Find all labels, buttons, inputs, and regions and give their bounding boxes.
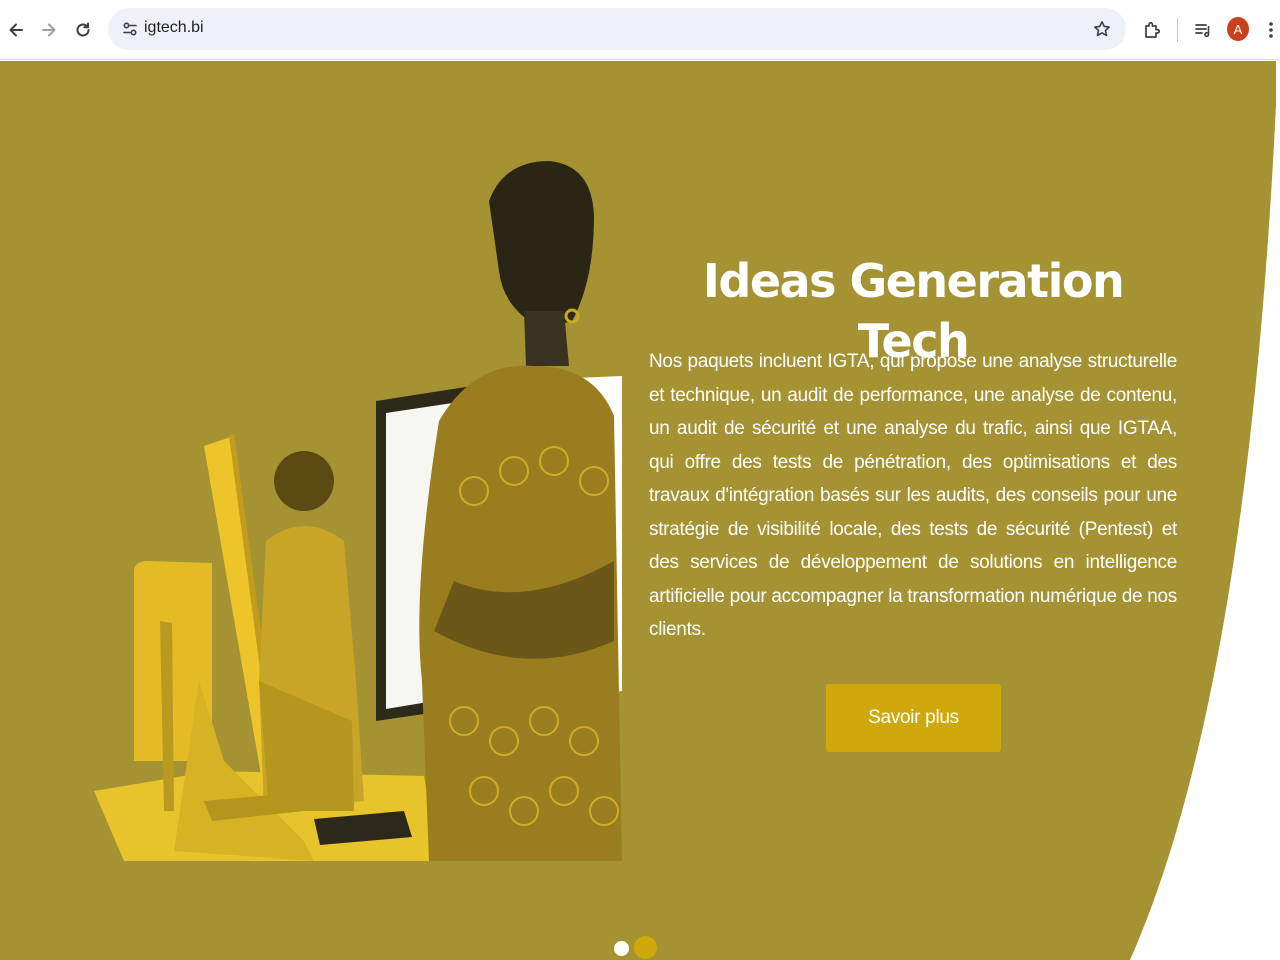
- carousel-dot-2[interactable]: [634, 936, 657, 959]
- savoir-plus-button[interactable]: Savoir plus: [826, 684, 1001, 752]
- browser-toolbar: igtech.bi A: [0, 0, 1280, 60]
- back-icon: [9, 23, 23, 37]
- profile-avatar[interactable]: A: [1227, 17, 1249, 41]
- menu-button[interactable]: [1255, 14, 1280, 46]
- extensions-button[interactable]: [1136, 14, 1168, 46]
- reading-list-icon: [1195, 24, 1210, 38]
- reload-icon: [76, 22, 90, 37]
- reading-list-button[interactable]: [1187, 14, 1219, 46]
- scrollbar[interactable]: [1276, 61, 1280, 960]
- url-text[interactable]: igtech.bi: [144, 19, 204, 37]
- menu-icon: [1269, 22, 1273, 38]
- back-button[interactable]: [0, 14, 32, 46]
- site-info-icon[interactable]: [116, 15, 144, 43]
- forward-icon: [42, 23, 56, 37]
- bookmark-star-icon[interactable]: [1088, 15, 1116, 43]
- forward-button[interactable]: [33, 14, 65, 46]
- reload-button[interactable]: [67, 14, 99, 46]
- hero-image: [94, 161, 622, 861]
- page-content: Ideas Generation Tech Nos paquets inclue…: [0, 61, 1280, 960]
- extensions-icon: [1145, 22, 1160, 38]
- toolbar-separator: [1177, 18, 1178, 42]
- hero-description: Nos paquets incluent IGTA, qui propose u…: [649, 351, 1177, 640]
- carousel-dot-1[interactable]: [614, 941, 629, 956]
- address-bar[interactable]: igtech.bi: [108, 8, 1126, 50]
